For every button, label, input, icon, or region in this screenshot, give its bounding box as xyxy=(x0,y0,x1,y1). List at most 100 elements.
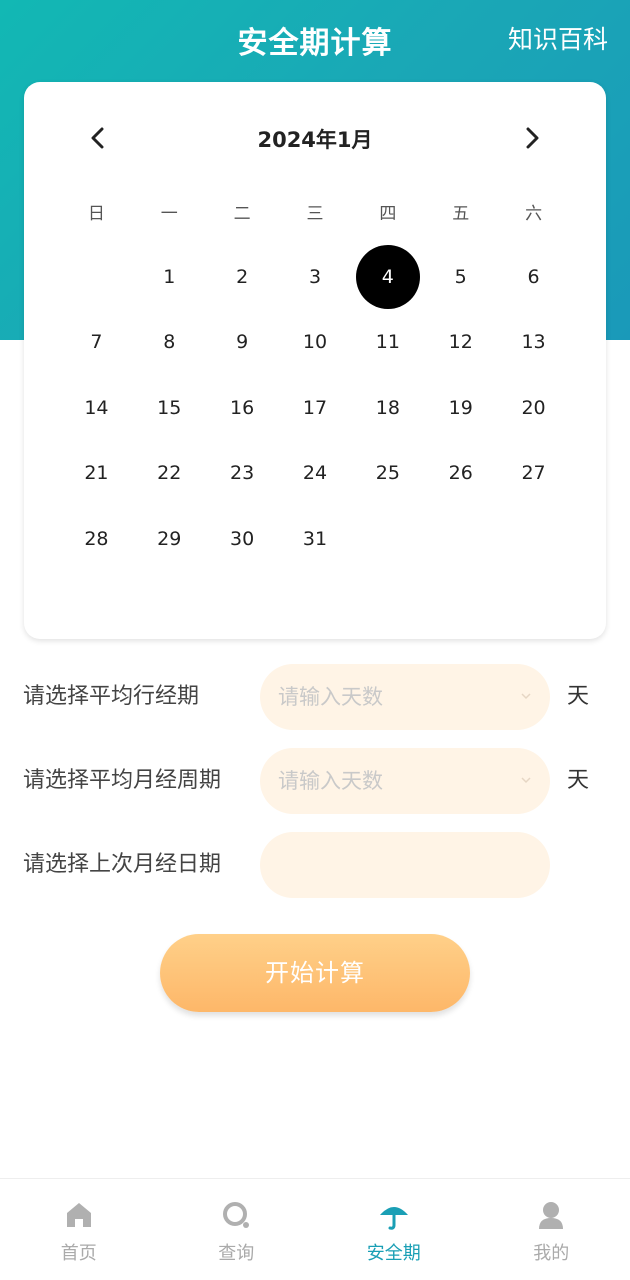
tab-search[interactable]: 查询 xyxy=(158,1179,316,1280)
calendar-day-number: 31 xyxy=(302,527,328,550)
weekday-label: 一 xyxy=(160,204,178,224)
calendar-day[interactable]: 6 xyxy=(497,244,570,310)
calendar-day-number: 24 xyxy=(302,462,328,485)
calendar-day-number: 5 xyxy=(454,265,467,288)
bottom-tabbar: 首页 查询 安全期 我的 xyxy=(0,1178,630,1280)
period-row: 请选择平均行经期 请输入天数 天 xyxy=(0,664,630,730)
calendar-day[interactable]: 18 xyxy=(351,375,424,441)
calendar-day[interactable]: 14 xyxy=(60,375,133,441)
calendar-day[interactable]: 3 xyxy=(279,244,352,310)
tab-safe-period[interactable]: 安全期 xyxy=(315,1179,473,1280)
start-calculate-button[interactable]: 开始计算 xyxy=(160,934,470,1012)
calendar-day-number: 22 xyxy=(157,462,182,485)
calendar-day[interactable]: 28 xyxy=(60,506,133,572)
calendar-day-number: 4 xyxy=(355,244,420,309)
calendar-day[interactable]: 22 xyxy=(133,441,206,507)
umbrella-icon xyxy=(379,1207,408,1230)
calendar-day-number: 12 xyxy=(448,331,473,354)
calendar-day-number: 1 xyxy=(163,265,176,288)
calendar-day[interactable]: 2 xyxy=(206,244,279,310)
calendar-day-number: 28 xyxy=(84,527,109,550)
calendar-day[interactable]: 16 xyxy=(206,375,279,441)
calendar-day-number: 29 xyxy=(157,527,182,550)
tab-mine[interactable]: 我的 xyxy=(473,1179,630,1280)
calendar-day-number: 11 xyxy=(375,331,400,354)
calendar-day[interactable]: 10 xyxy=(279,310,352,376)
calendar-day-number: 15 xyxy=(157,396,182,419)
calendar-day-number: 21 xyxy=(84,462,109,485)
cycle-label: 请选择平均月经周期 xyxy=(23,768,222,793)
chevron-down-icon xyxy=(521,777,531,784)
calendar-day-number: 9 xyxy=(236,331,249,354)
calendar-day[interactable]: 12 xyxy=(424,310,497,376)
period-select[interactable]: 请输入天数 xyxy=(260,664,550,730)
calendar-day-number: 6 xyxy=(527,265,540,288)
calendar-day-number: 8 xyxy=(163,331,176,354)
cycle-unit: 天 xyxy=(567,768,590,793)
calendar-day[interactable]: 19 xyxy=(424,375,497,441)
calendar-day[interactable]: 25 xyxy=(351,441,424,507)
calendar-day-number: 2 xyxy=(236,265,249,288)
weekday-label: 日 xyxy=(87,204,105,224)
calendar-day[interactable]: 30 xyxy=(206,506,279,572)
cycle-select[interactable]: 请输入天数 xyxy=(260,748,550,814)
period-placeholder: 请输入天数 xyxy=(278,685,383,709)
calendar-nav: 2024年1月 xyxy=(24,118,606,158)
weekday-label: 二 xyxy=(233,204,251,224)
calendar-blank xyxy=(60,244,133,310)
calendar-day[interactable]: 29 xyxy=(133,506,206,572)
tab-home[interactable]: 首页 xyxy=(0,1179,158,1280)
calendar-day[interactable]: 23 xyxy=(206,441,279,507)
calendar-day[interactable]: 7 xyxy=(60,310,133,376)
cycle-row: 请选择平均月经周期 请输入天数 天 xyxy=(0,748,630,814)
last-date-label: 请选择上次月经日期 xyxy=(23,852,222,877)
calendar-day[interactable]: 21 xyxy=(60,441,133,507)
next-month-button[interactable] xyxy=(516,122,548,154)
tab-mine-label: 我的 xyxy=(533,1243,570,1264)
calendar-day-selected[interactable]: 4 xyxy=(351,244,424,310)
user-icon xyxy=(539,1202,564,1229)
calendar-day-number: 7 xyxy=(90,331,103,354)
chevron-right-icon xyxy=(526,127,539,149)
home-icon xyxy=(66,1203,91,1227)
calendar-day[interactable]: 20 xyxy=(497,375,570,441)
cycle-placeholder: 请输入天数 xyxy=(278,769,383,793)
period-label: 请选择平均行经期 xyxy=(23,684,200,709)
chevron-down-icon xyxy=(521,693,531,700)
weekday-header: 日 一 二 三 四 五 六 xyxy=(60,202,570,226)
knowledge-link[interactable]: 知识百科 xyxy=(508,20,608,56)
calendar-day[interactable]: 5 xyxy=(424,244,497,310)
calendar-day-number: 17 xyxy=(302,396,328,419)
calendar-day[interactable]: 8 xyxy=(133,310,206,376)
calendar-day[interactable]: 11 xyxy=(351,310,424,376)
calendar-day[interactable]: 9 xyxy=(206,310,279,376)
calendar-day[interactable]: 15 xyxy=(133,375,206,441)
calendar-day[interactable]: 31 xyxy=(279,506,352,572)
calendar-day[interactable]: 13 xyxy=(497,310,570,376)
calendar-day-number: 16 xyxy=(230,396,255,419)
calendar-day-number: 10 xyxy=(302,331,328,354)
calendar-day-number: 13 xyxy=(521,331,546,354)
calendar-day-number: 25 xyxy=(375,462,400,485)
last-date-row: 请选择上次月经日期 xyxy=(0,832,630,898)
last-date-picker[interactable] xyxy=(260,832,550,898)
tab-safe-period-label: 安全期 xyxy=(366,1243,421,1264)
calendar-day[interactable]: 24 xyxy=(279,441,352,507)
calendar-day-number: 18 xyxy=(375,396,400,419)
search-icon xyxy=(223,1202,250,1228)
calendar-day[interactable]: 26 xyxy=(424,441,497,507)
calendar-day-number: 14 xyxy=(84,396,109,419)
calendar-day-number: 27 xyxy=(521,462,546,485)
calendar-day[interactable]: 17 xyxy=(279,375,352,441)
calendar-day-number: 30 xyxy=(230,527,255,550)
calendar-day-number: 23 xyxy=(230,462,255,485)
calendar-day[interactable]: 1 xyxy=(133,244,206,310)
calendar-day-number: 26 xyxy=(448,462,473,485)
calendar-days-grid: 1 2 3 4 5 6 7 8 9 10 11 12 13 14 15 16 17 18 19 20 21 22 23 24 2… xyxy=(60,244,570,572)
calendar-day-number: 20 xyxy=(521,396,546,419)
calendar-day[interactable]: 27 xyxy=(497,441,570,507)
tab-home-label: 首页 xyxy=(60,1243,97,1264)
calendar-day-number: 19 xyxy=(448,396,473,419)
tab-search-label: 查询 xyxy=(218,1243,255,1264)
weekday-label: 四 xyxy=(379,204,397,224)
